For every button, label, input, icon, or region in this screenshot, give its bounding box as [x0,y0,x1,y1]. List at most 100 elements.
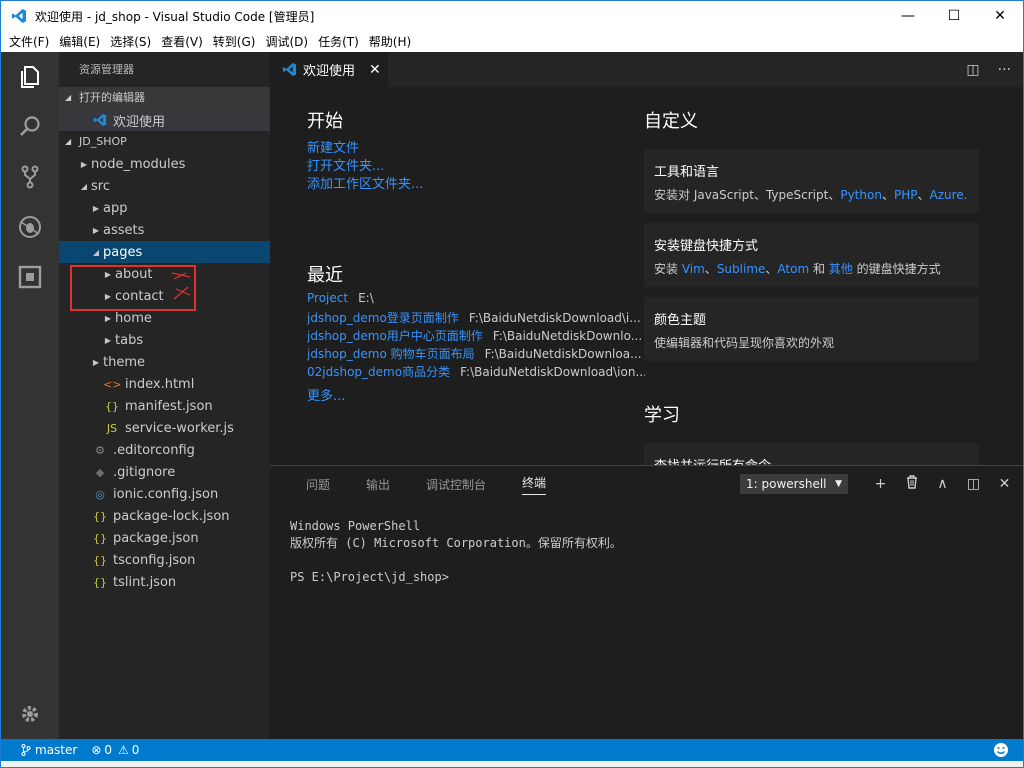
maximize-button[interactable]: ☐ [931,1,977,31]
others-link[interactable]: 其他 [829,262,853,276]
maximize-panel-icon[interactable]: ∧ [927,476,958,492]
azure-link[interactable]: Azure.. [929,188,969,202]
tree-item-gitignore[interactable]: ◆ .gitignore [59,461,270,483]
activity-extensions[interactable] [1,252,59,302]
menu-help[interactable]: 帮助(H) [369,33,411,50]
minimize-button[interactable]: — [885,1,931,31]
explorer-sidebar: 资源管理器 ◢ 打开的编辑器 欢迎使用 ◢ JD_SHOP ▶ node_modu… [59,52,270,739]
project-label: JD_SHOP [79,135,127,148]
recent-item[interactable]: jdshop_demo 购物车页面布局 F:\BaiduNetdiskDownlo… [307,345,645,362]
activity-explorer[interactable] [1,52,59,102]
sidebar-title: 资源管理器 [79,63,134,76]
debug-icon [19,216,41,238]
menu-goto[interactable]: 转到(G) [213,33,256,50]
project-header[interactable]: ◢ JD_SHOP [59,131,270,153]
chevron-down-icon: ◢ [65,93,72,102]
explorer-icon [21,66,39,88]
tree-item-label: theme [103,354,145,370]
sublime-link[interactable]: Sublime [717,262,766,276]
tab-label: 欢迎使用 [303,64,356,79]
color-theme-card[interactable]: 颜色主题 使编辑器和代码呈现你喜欢的外观 [644,297,979,361]
tree-item-assets[interactable]: ▶ assets [59,219,270,241]
recent-item[interactable]: Project E:\ [307,291,645,305]
activity-source-control[interactable] [1,152,59,202]
tree-item-node-modules[interactable]: ▶ node_modules [59,153,270,175]
file-type-icon: JS [106,421,118,435]
atom-link[interactable]: Atom [777,262,809,276]
problems-indicator[interactable]: ⊗ 0 ⚠ 0 [91,743,139,757]
recent-path: F:\BaiduNetdiskDownloa... [484,347,642,361]
kill-terminal-icon[interactable] [896,475,927,493]
recent-name: jdshop_demo 购物车页面布局 [307,347,475,361]
tab-close-icon[interactable]: ✕ [369,62,381,78]
source-control-icon [21,165,39,189]
panel-tab-output[interactable]: 输出 [366,476,390,493]
tools-languages-card[interactable]: 工具和语言 安装对 JavaScript、TypeScript、Python、P… [644,149,979,213]
tree-item-src[interactable]: ◢ src [59,175,270,197]
terminal-select[interactable]: 1: powershell ▼ [740,474,848,494]
tree-item-tabs[interactable]: ▶ tabs [59,329,270,351]
branch-indicator[interactable]: master [21,743,77,757]
tree-item-label: .gitignore [113,464,176,480]
tree-item-tslint-json[interactable]: {} tslint.json [59,571,270,593]
new-file-link[interactable]: 新建文件 [307,137,359,156]
file-tree: ▶ node_modules ◢ src ▶ app ▶ assets ◢ pages ▶ about… [59,153,270,593]
menu-view[interactable]: 查看(V) [161,33,203,50]
tree-item-editorconfig[interactable]: ⚙ .editorconfig [59,439,270,461]
card-desc: 安装 Vim、Sublime、Atom 和 其他 的键盘快捷方式 [654,262,941,276]
feedback-smiley-icon[interactable] [993,742,1009,761]
terminal-output[interactable]: Windows PowerShell 版权所有 (C) Microsoft Cor… [290,518,622,586]
tree-item-ionic-config-json[interactable]: ◎ ionic.config.json [59,483,270,505]
branch-name: master [35,743,78,757]
annotation-box [70,265,196,311]
python-link[interactable]: Python [840,188,882,202]
add-workspace-folder-link[interactable]: 添加工作区文件夹... [307,173,423,192]
more-recent-link[interactable]: 更多... [307,385,345,404]
panel-tab-problems[interactable]: 问题 [306,476,330,493]
open-editor-item[interactable]: 欢迎使用 [59,109,270,131]
toggle-panel-position-icon[interactable]: ◫ [958,476,989,492]
open-editor-label: 欢迎使用 [113,114,166,130]
open-editors-header[interactable]: ◢ 打开的编辑器 [59,87,270,109]
new-terminal-icon[interactable]: + [865,476,896,492]
menu-tasks[interactable]: 任务(T) [318,33,359,50]
tree-item-app[interactable]: ▶ app [59,197,270,219]
tree-item-index-html[interactable]: <> index.html [59,373,270,395]
panel-tab-debug-console[interactable]: 调试控制台 [426,476,486,493]
open-folder-link[interactable]: 打开文件夹... [307,155,384,174]
keyboard-shortcuts-card[interactable]: 安装键盘快捷方式 安装 Vim、Sublime、Atom 和 其他 的键盘快捷方… [644,223,979,287]
tree-item-tsconfig-json[interactable]: {} tsconfig.json [59,549,270,571]
tree-item-service-worker-js[interactable]: JS service-worker.js [59,417,270,439]
tab-welcome[interactable]: 欢迎使用 ✕ [270,52,388,87]
menu-file[interactable]: 文件(F) [9,33,49,50]
card-title: 安装键盘快捷方式 [654,239,759,254]
tree-item-label: tabs [115,332,144,348]
menu-selection[interactable]: 选择(S) [110,33,151,50]
recent-item[interactable]: jdshop_demo用户中心页面制作 F:\BaiduNetdiskDownlo… [307,327,645,344]
recent-item[interactable]: 02jdshop_demo商品分类 F:\BaiduNetdiskDownload… [307,363,645,380]
tree-item-pages[interactable]: ◢ pages [59,241,270,263]
close-panel-icon[interactable]: ✕ [989,476,1020,492]
menu-edit[interactable]: 编辑(E) [59,33,100,50]
panel-tab-terminal[interactable]: 终端 [522,474,547,495]
file-type-icon: ◆ [95,465,105,479]
menu-debug[interactable]: 调试(D) [265,33,308,50]
tree-item-manifest-json[interactable]: {} manifest.json [59,395,270,417]
close-window-button[interactable]: ✕ [977,1,1023,31]
terminal-line: 版权所有 (C) Microsoft Corporation。保留所有权利。 [290,536,622,550]
activity-search[interactable] [1,102,59,152]
tree-item-package-lock-json[interactable]: {} package-lock.json [59,505,270,527]
recent-item[interactable]: jdshop_demo登录页面制作 F:\BaiduNetdiskDownload… [307,309,645,326]
vim-link[interactable]: Vim [682,262,705,276]
terminal-prompt: PS E:\Project\jd_shop> [290,570,449,584]
find-commands-card[interactable]: 查找并运行所有命令 [644,443,979,465]
php-link[interactable]: PHP [894,188,918,202]
more-actions-icon[interactable]: ··· [998,62,1011,78]
split-editor-icon[interactable]: ◫ [966,62,979,78]
tree-item-theme[interactable]: ▶ theme [59,351,270,373]
activity-settings[interactable] [1,689,59,739]
tree-item-package-json[interactable]: {} package.json [59,527,270,549]
activity-debug[interactable] [1,202,59,252]
recent-path: F:\BaiduNetdiskDownload\ion... [460,365,645,379]
